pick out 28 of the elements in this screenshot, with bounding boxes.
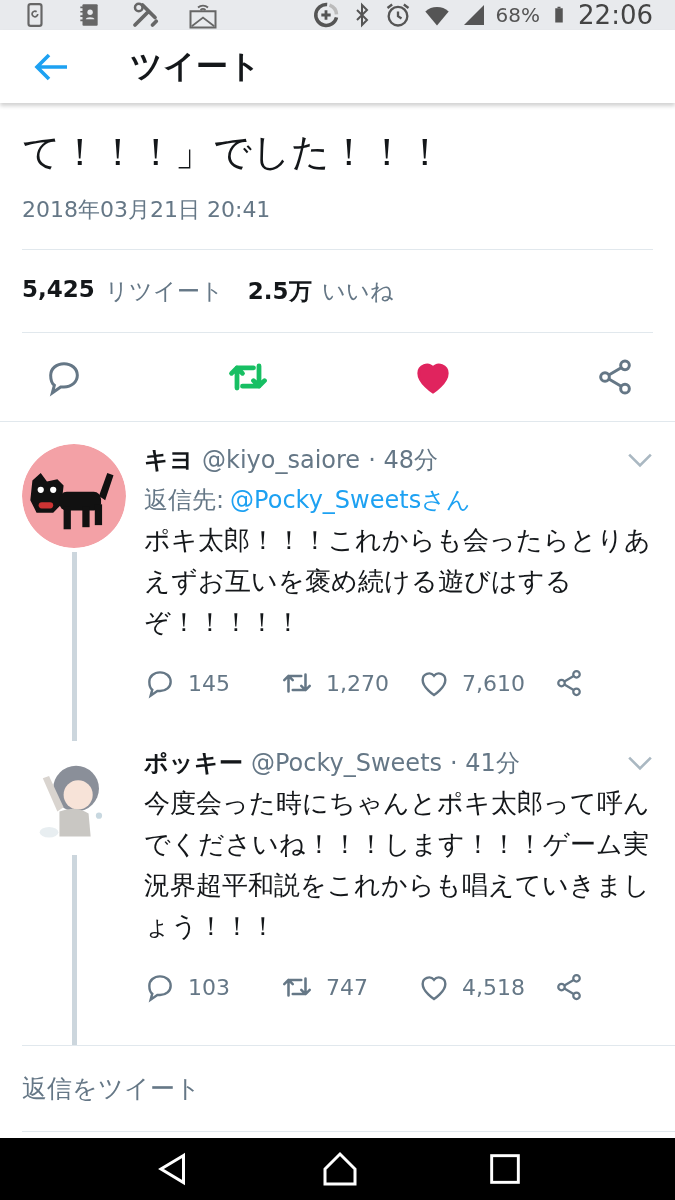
retweet-count[interactable]: 5,425 リツイート bbox=[22, 275, 224, 307]
clock: 22:06 bbox=[578, 0, 653, 31]
reply-text: ポキ太郎！！！これからも会ったらとりあえずお互いを褒め続ける遊びはするぞ！！！！！ bbox=[144, 524, 652, 640]
reply-count: 145 bbox=[188, 670, 231, 696]
user-handle: @kiyo_saiore bbox=[202, 446, 361, 475]
tweet-date: 2018年03月21日 20:41 bbox=[22, 195, 653, 251]
reply-count: 103 bbox=[188, 974, 231, 1000]
share-icon bbox=[554, 972, 584, 1003]
data-saver-icon bbox=[311, 1, 340, 30]
retweet-count: 1,270 bbox=[326, 670, 390, 696]
recents-icon[interactable] bbox=[488, 1153, 521, 1186]
like-count[interactable]: 2.5万 いいね bbox=[247, 275, 394, 307]
user-name[interactable]: キヨ bbox=[144, 444, 194, 477]
retweet-count: 747 bbox=[326, 974, 369, 1000]
user-handle: @Pocky_Sweets bbox=[251, 749, 443, 778]
tweet-text: て！！！」でした！！！ bbox=[22, 129, 445, 177]
back-arrow-icon[interactable] bbox=[34, 51, 70, 82]
reply-to-label: 返信先: bbox=[144, 485, 225, 517]
post-time: · 41分 bbox=[450, 748, 520, 780]
reply-field[interactable]: 返信をツイート bbox=[22, 1045, 675, 1133]
post-time: · 48分 bbox=[368, 445, 438, 477]
share-icon bbox=[554, 668, 584, 699]
reply-text: 今度会った時にちゃんとポキ太郎って呼んでくださいね！！！します！！！ゲーム実況界超平和説をこれからも唱えていきましょう！！！ bbox=[144, 787, 651, 944]
like-count: 7,610 bbox=[462, 670, 526, 696]
battery-percent: 68% bbox=[495, 3, 541, 28]
page-title: ツイート bbox=[130, 45, 261, 87]
user-name[interactable]: ポッキー bbox=[144, 747, 243, 780]
like-count: 4,518 bbox=[462, 974, 526, 1000]
